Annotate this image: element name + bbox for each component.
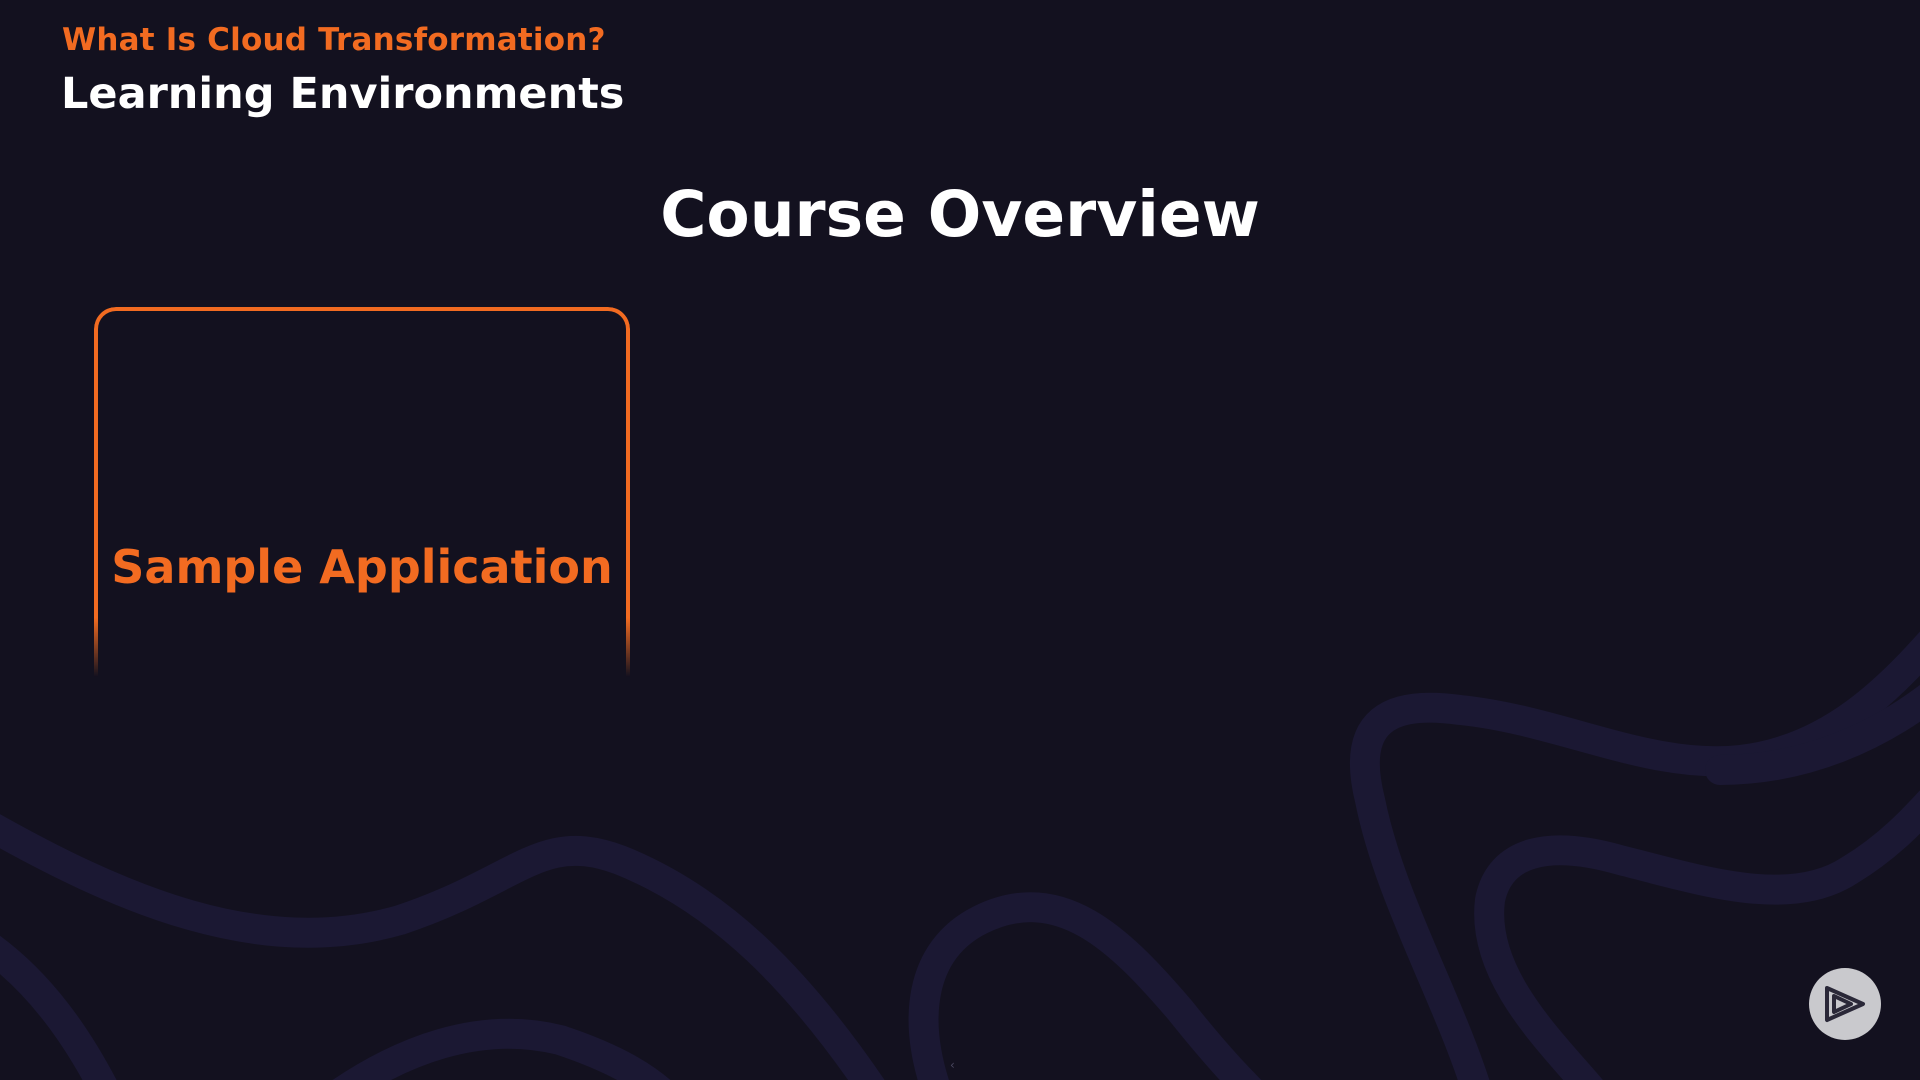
slide-heading: Course Overview (660, 178, 1260, 251)
module-title: What Is Cloud Transformation? (62, 22, 606, 58)
player-logo-button[interactable] (1809, 968, 1881, 1040)
sample-application-card (94, 307, 630, 677)
chevron-left-icon: ‹ (950, 1058, 955, 1072)
card-label: Sample Application (111, 540, 613, 594)
clip-title: Learning Environments (61, 69, 625, 119)
slide: What Is Cloud Transformation? Learning E… (0, 0, 1920, 1080)
play-logo-icon (1825, 986, 1865, 1022)
